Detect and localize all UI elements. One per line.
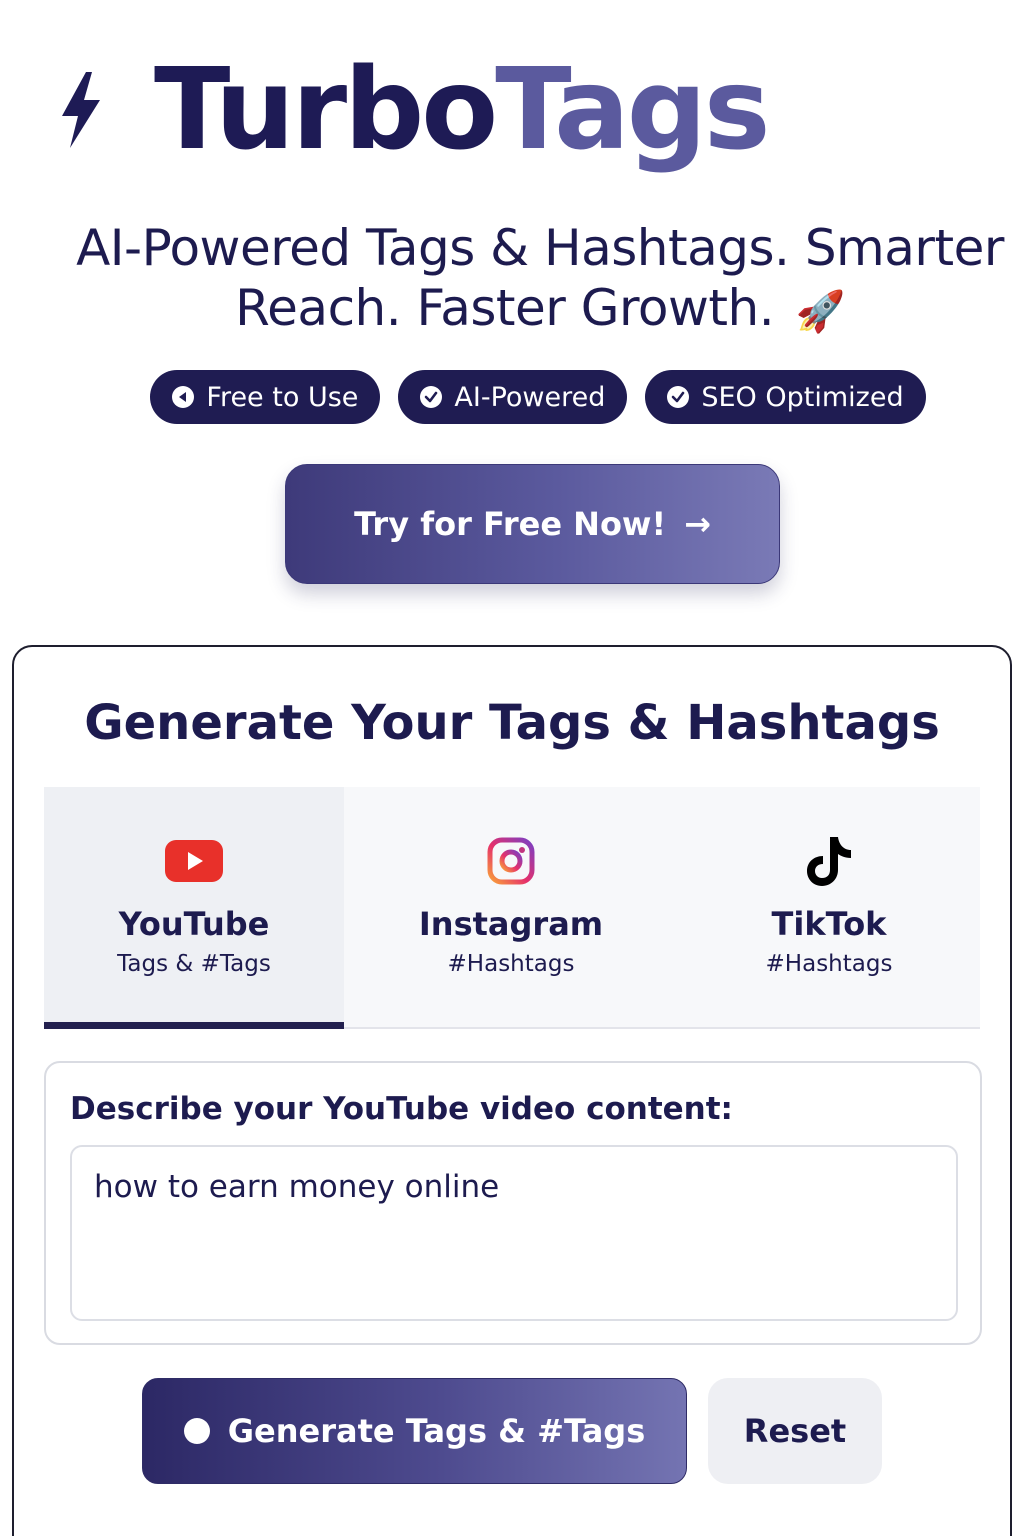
tab-sublabel: #Hashtags [765,951,893,977]
brand-name: TurboTags [154,54,771,166]
tab-sublabel: Tags & #Tags [117,951,271,977]
tab-instagram[interactable]: Instagram #Hashtags [344,787,678,1027]
platform-tabs: YouTube Tags & #Tags Instagram #Hashtags… [44,787,980,1029]
tab-youtube[interactable]: YouTube Tags & #Tags [44,787,344,1029]
rocket-icon: 🚀 [795,289,846,335]
tab-tiktok[interactable]: TikTok #Hashtags [678,787,980,1027]
play-left-icon [172,386,195,408]
cta-label: Try for Free Now! [354,505,667,543]
page: TurboTags AI-Powered Tags & Hashtags. Sm… [0,0,1024,1536]
brand-name-part1: Turbo [154,45,498,175]
lightning-bolt-icon [62,72,100,148]
tagline-line1: AI-Powered Tags & Hashtags. Smarter [76,219,1004,277]
generator-card: Generate Your Tags & Hashtags YouTube Ta… [12,645,1012,1536]
badge-label: AI-Powered [454,381,606,413]
description-label: Describe your YouTube video content: [70,1091,733,1127]
tiktok-icon [806,835,852,887]
generate-tags-button[interactable]: Generate Tags & #Tags [142,1378,687,1484]
badge-ai-powered: AI-Powered [398,370,628,424]
tab-sublabel: #Hashtags [447,951,575,977]
circle-icon [183,1418,210,1444]
description-textarea[interactable]: how to earn money online [70,1145,958,1321]
description-panel: Describe your YouTube video content: how… [44,1061,982,1345]
feature-badges: Free to Use AI-Powered SEO Optimized [0,370,1024,424]
tagline-line2-text: Reach. Faster Growth. [235,279,775,337]
youtube-icon [165,835,223,887]
brand-name-part2: Tags [495,45,770,175]
generate-label: Generate Tags & #Tags [227,1412,646,1450]
badge-label: Free to Use [206,381,359,413]
tab-label: TikTok [771,905,887,943]
badge-seo-optimized: SEO Optimized [645,370,926,424]
generator-title: Generate Your Tags & Hashtags [84,695,940,751]
try-for-free-button[interactable]: Try for Free Now! → [285,464,780,584]
tagline-line2: Reach. Faster Growth. 🚀 [60,278,1020,342]
instagram-icon [487,835,535,887]
badge-free-to-use: Free to Use [150,370,381,424]
tab-label: Instagram [418,905,604,943]
badge-label: SEO Optimized [701,381,904,413]
reset-button[interactable]: Reset [708,1378,882,1484]
tab-label: YouTube [118,905,270,943]
hero-tagline: AI-Powered Tags & Hashtags. Smarter Reac… [60,218,1020,342]
check-circle-icon [667,386,690,408]
arrow-right-icon: → [684,505,711,543]
brand-logo[interactable]: TurboTags [56,50,771,170]
check-circle-icon [420,386,443,408]
